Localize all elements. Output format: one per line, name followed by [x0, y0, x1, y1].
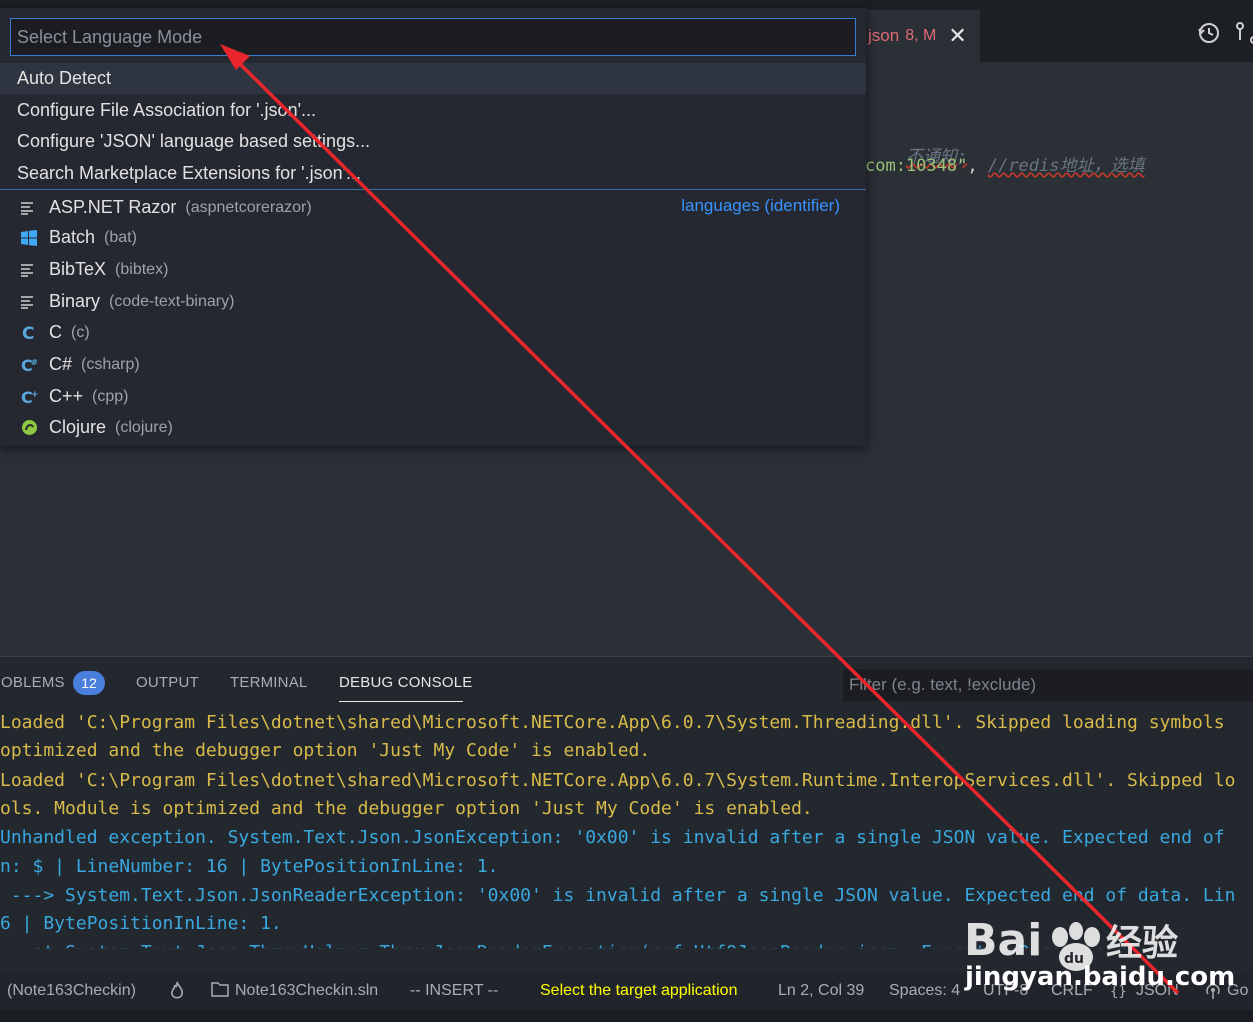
console-line: optimized and the debugger option 'Just … — [0, 740, 651, 761]
clojure-icon — [21, 417, 45, 439]
quick-pick-configure-language-settings[interactable]: Configure 'JSON' language based settings… — [0, 126, 866, 157]
language-identifier: (clojure) — [115, 418, 173, 436]
console-line: Unhandled exception. System.Text.Json.Js… — [0, 827, 1225, 848]
quick-pick-configure-file-association[interactable]: Configure File Association for '.json'..… — [0, 95, 866, 126]
tab-debug-console[interactable]: DEBUG CONSOLE — [339, 674, 472, 691]
status-solution[interactable]: Note163Checkin.sln — [235, 982, 378, 1000]
language-identifier: (c) — [71, 323, 90, 341]
lines-icon — [21, 291, 45, 313]
watermark-brand: Bai — [964, 915, 1042, 966]
language-item-aspnetcorerazor[interactable]: ASP.NET Razor (aspnetcorerazor) — [0, 192, 866, 223]
code-punctuation: , — [967, 156, 988, 176]
watermark-url: jingyan.baidu.com — [965, 962, 1236, 992]
watermark-brand-cn: 经验 — [1106, 923, 1178, 964]
svg-text:#: # — [31, 358, 38, 367]
windows-icon — [21, 227, 45, 249]
active-tab-indicator — [339, 701, 463, 702]
tab-problem-status: 8, M — [905, 27, 937, 44]
language-identifier: (aspnetcorerazor) — [185, 198, 312, 216]
status-message[interactable]: Select the target application — [540, 982, 737, 1000]
problems-count-badge: 12 — [73, 671, 105, 695]
panel-tabs: OBLEMS 12 OUTPUT TERMINAL DEBUG CONSOLE — [0, 657, 840, 709]
history-icon[interactable] — [1196, 20, 1222, 46]
tab-problems[interactable]: OBLEMS — [1, 674, 65, 691]
code-string: com:10348" — [865, 156, 968, 176]
svg-text:C: C — [22, 324, 34, 342]
language-item-csharp[interactable]: C # C# (csharp) — [0, 349, 866, 380]
language-item-bibtex[interactable]: BibTeX (bibtex) — [0, 254, 866, 285]
quick-pick-separator — [0, 189, 866, 190]
language-identifier: (bibtex) — [115, 260, 169, 278]
console-line: ols. Module is optimized and the debugge… — [0, 798, 813, 819]
language-name: ASP.NET Razor — [49, 197, 177, 217]
language-identifier: (cpp) — [92, 387, 129, 405]
language-name: Binary — [49, 291, 101, 311]
language-item-cpp[interactable]: C + C++ (cpp) — [0, 381, 866, 412]
language-item-bat[interactable]: Batch (bat) — [0, 222, 866, 253]
console-line: 6 | BytePositionInLine: 1. — [0, 913, 282, 934]
status-project[interactable]: (Note163Checkin) — [7, 982, 136, 1000]
tab-file-name: json — [868, 26, 900, 45]
code-comment: //redis地址，选填 — [987, 156, 1145, 176]
csharp-icon: C # — [21, 354, 45, 376]
language-name: BibTeX — [49, 259, 107, 279]
code-line: com:10348", //redis地址，选填 — [865, 151, 1145, 176]
language-identifier: (csharp) — [81, 355, 140, 373]
console-line: Loaded 'C:\Program Files\dotnet\shared\M… — [0, 770, 1236, 791]
status-cursor-position[interactable]: Ln 2, Col 39 — [778, 982, 864, 1000]
quick-pick-auto-detect[interactable]: Auto Detect — [0, 63, 866, 94]
language-name: C++ — [49, 386, 84, 406]
folder-icon — [211, 981, 229, 1002]
language-name: Clojure — [49, 417, 107, 437]
language-item-c[interactable]: C C (c) — [0, 317, 866, 348]
debug-console-filter-input[interactable] — [843, 669, 1253, 701]
svg-text:+: + — [31, 390, 39, 400]
quick-pick-input[interactable] — [10, 18, 856, 56]
console-line: n: $ | LineNumber: 16 | BytePositionInLi… — [0, 856, 499, 877]
quick-pick-search-marketplace[interactable]: Search Marketplace Extensions for '.json… — [0, 158, 866, 189]
tab-json-file[interactable]: json 8, M ✕ — [862, 10, 980, 62]
status-indentation[interactable]: Spaces: 4 — [889, 982, 960, 1000]
language-item-code-text-binary[interactable]: Binary (code-text-binary) — [0, 286, 866, 317]
lines-icon — [21, 197, 45, 219]
compare-changes-icon[interactable] — [1234, 20, 1253, 46]
language-name: Batch — [49, 227, 96, 247]
c-icon: C — [21, 322, 45, 344]
language-identifier: (bat) — [104, 228, 137, 246]
language-item-clojure[interactable]: Clojure (clojure) — [0, 412, 866, 443]
status-vim-mode: -- INSERT -- — [410, 982, 499, 999]
close-icon[interactable]: ✕ — [948, 25, 966, 47]
console-line: Loaded 'C:\Program Files\dotnet\shared\M… — [0, 712, 1225, 733]
flame-icon[interactable] — [168, 981, 186, 1006]
language-mode-quick-pick: Auto Detect Configure File Association f… — [0, 8, 866, 446]
lines-icon — [21, 259, 45, 281]
tab-output[interactable]: OUTPUT — [136, 674, 199, 691]
language-identifier: (code-text-binary) — [109, 292, 235, 310]
cpp-icon: C + — [21, 386, 45, 408]
language-name: C — [49, 322, 62, 342]
window-bottom-edge — [0, 1010, 1253, 1022]
tab-terminal[interactable]: TERMINAL — [230, 674, 307, 691]
language-name: C# — [49, 354, 73, 374]
